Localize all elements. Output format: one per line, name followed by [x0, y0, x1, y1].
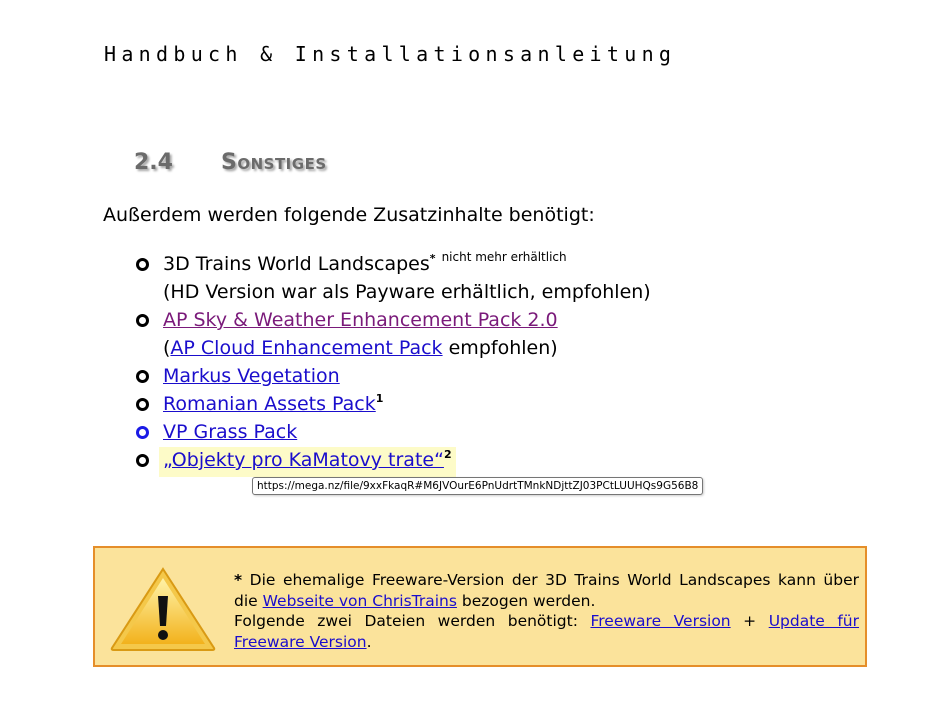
notice-text: Folgende zwei Dateien werden benötigt: [234, 612, 591, 630]
circle-bullet-icon [136, 398, 149, 411]
asterisk-marker: * [234, 571, 243, 589]
warning-triangle-icon [110, 567, 216, 651]
list-item: VP Grass Pack [136, 418, 756, 446]
section-title: Sonstiges [221, 150, 327, 175]
footnote-marker: 1 [375, 392, 384, 405]
list-item: „Objekty pro KaMatovy trate“2 [136, 446, 756, 477]
link-tooltip: https://mega.nz/file/9xxFkaqR#M6JVOurE6P… [252, 477, 704, 495]
circle-bullet-icon [136, 454, 149, 467]
availability-note: nicht mehr erhältlich [441, 250, 567, 264]
objekty-link[interactable]: „Objekty pro KaMatovy trate“ [163, 449, 444, 471]
ap-cloud-link[interactable]: AP Cloud Enhancement Pack [170, 337, 442, 359]
warning-box: * Die ehemalige Freeware-Version der 3D … [93, 546, 867, 667]
freeware-version-link[interactable]: Freeware Version [590, 612, 730, 630]
list-item: Romanian Assets Pack1 [136, 390, 756, 418]
section-heading: 2.4 Sonstiges [134, 150, 327, 175]
circle-bullet-icon [136, 370, 149, 383]
ap-sky-weather-link[interactable]: AP Sky & Weather Enhancement Pack 2.0 [163, 309, 558, 331]
intro-text: Außerdem werden folgende Zusatzinhalte b… [103, 204, 595, 226]
footnote-marker: 2 [443, 448, 452, 461]
list-item: AP Sky & Weather Enhancement Pack 2.0 (A… [136, 306, 756, 362]
requirements-list: 3D Trains World Landscapes* nicht mehr e… [136, 250, 756, 477]
circle-bullet-icon [136, 426, 149, 439]
list-item: Markus Vegetation [136, 362, 756, 390]
hover-highlight: „Objekty pro KaMatovy trate“2 [159, 447, 456, 477]
item-subtext: (HD Version war als Payware erhältlich, … [163, 281, 651, 303]
item-subtext: empfohlen) [442, 337, 558, 359]
list-item: 3D Trains World Landscapes* nicht mehr e… [136, 250, 756, 306]
circle-bullet-icon [136, 258, 149, 271]
warning-text: * Die ehemalige Freeware-Version der 3D … [234, 570, 859, 652]
vp-grass-link[interactable]: VP Grass Pack [163, 421, 297, 443]
plus-sign: + [730, 612, 769, 630]
markus-vegetation-link[interactable]: Markus Vegetation [163, 365, 340, 387]
period: . [366, 632, 372, 651]
item-text: 3D Trains World Landscapes [163, 253, 430, 275]
romanian-assets-link[interactable]: Romanian Assets Pack [163, 393, 376, 415]
asterisk-marker: * [429, 252, 436, 265]
document-header: Handbuch & Installationsanleitung [104, 42, 677, 66]
christrains-link[interactable]: Webseite von ChrisTrains [263, 592, 457, 610]
section-number: 2.4 [134, 150, 173, 175]
notice-text: bezogen werden. [456, 591, 596, 610]
circle-bullet-icon [136, 314, 149, 327]
